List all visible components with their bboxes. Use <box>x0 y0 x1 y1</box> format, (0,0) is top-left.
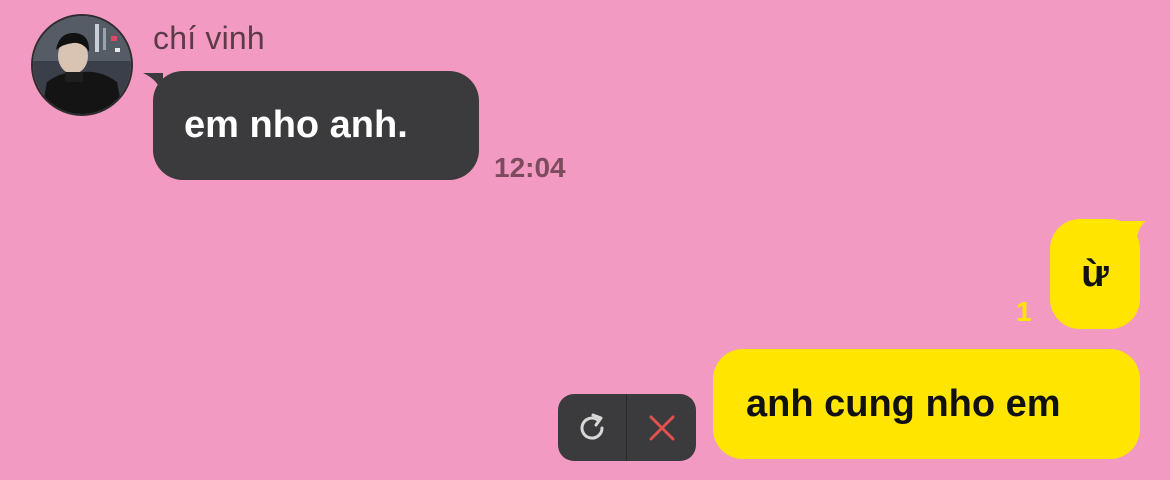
message-text: anh cung nho em <box>746 382 1061 425</box>
close-icon <box>649 415 674 440</box>
failed-message-actions <box>558 394 696 461</box>
message-text: em nho anh. <box>184 104 408 146</box>
contact-name: chí vinh <box>153 20 265 56</box>
contact-avatar[interactable] <box>31 14 133 116</box>
outgoing-message-bubble[interactable]: ừ <box>1050 219 1140 329</box>
unread-count: 1 <box>1016 296 1032 327</box>
delete-failed-button[interactable] <box>627 394 696 461</box>
outgoing-message-bubble-failed[interactable]: anh cung nho em <box>713 349 1140 459</box>
resend-button[interactable] <box>558 394 627 461</box>
avatar-image <box>33 16 131 114</box>
incoming-message-bubble[interactable]: em nho anh. <box>153 71 479 180</box>
message-timestamp: 12:04 <box>494 152 566 183</box>
message-text: ừ <box>1081 252 1109 295</box>
refresh-icon <box>580 413 604 440</box>
